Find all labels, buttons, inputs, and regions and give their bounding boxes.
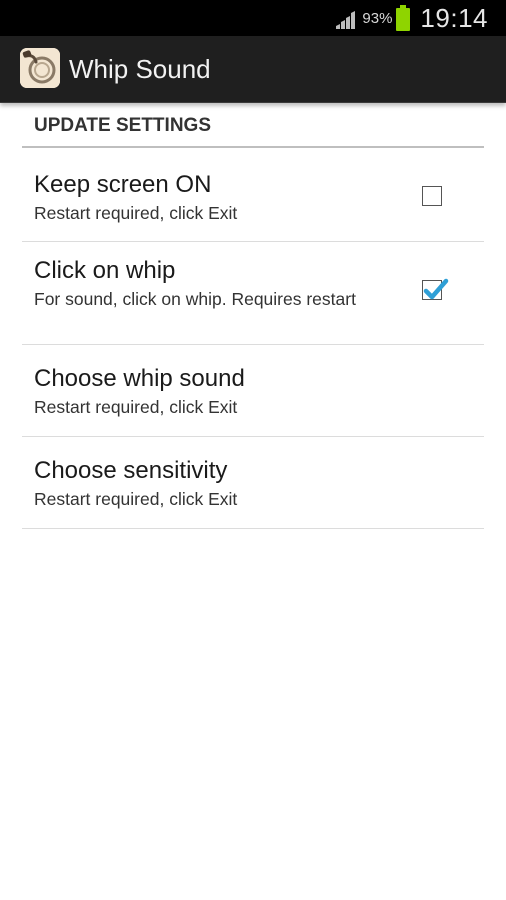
whip-app-icon[interactable] [20, 48, 60, 88]
signal-strength-icon [336, 11, 356, 29]
pref-title: Choose whip sound [34, 365, 245, 392]
status-clock: 19:14 [420, 2, 488, 33]
pref-summary: For sound, click on whip. Requires resta… [34, 289, 356, 309]
pref-click-on-whip[interactable]: Click on whip For sound, click on whip. … [22, 242, 484, 345]
keep-screen-on-checkbox[interactable] [422, 186, 442, 206]
pref-title: Keep screen ON [34, 171, 212, 198]
pref-summary: Restart required, click Exit [34, 203, 238, 223]
pref-choose-sensitivity[interactable]: Choose sensitivity Restart required, cli… [22, 437, 484, 529]
settings-list: UPDATE SETTINGS Keep screen ON Restart r… [0, 103, 506, 529]
checkmark-icon [423, 278, 449, 300]
action-bar: Whip Sound [0, 36, 506, 103]
status-bar: 93% 19:14 [0, 0, 506, 36]
pref-summary: Restart required, click Exit [34, 489, 238, 509]
status-indicators: 93% 19:14 [336, 0, 488, 36]
pref-keep-screen-on[interactable]: Keep screen ON Restart required, click E… [22, 148, 484, 242]
whip-icon [20, 48, 60, 88]
battery-percent: 93% [362, 9, 393, 27]
pref-summary: Restart required, click Exit [34, 397, 238, 417]
battery-icon [396, 5, 411, 31]
category-header: UPDATE SETTINGS [22, 103, 484, 148]
pref-title: Choose sensitivity [34, 457, 228, 484]
app-title: Whip Sound [69, 54, 211, 84]
pref-title: Click on whip [34, 257, 176, 284]
click-on-whip-checkbox[interactable] [422, 278, 449, 300]
pref-choose-whip-sound[interactable]: Choose whip sound Restart required, clic… [22, 345, 484, 437]
